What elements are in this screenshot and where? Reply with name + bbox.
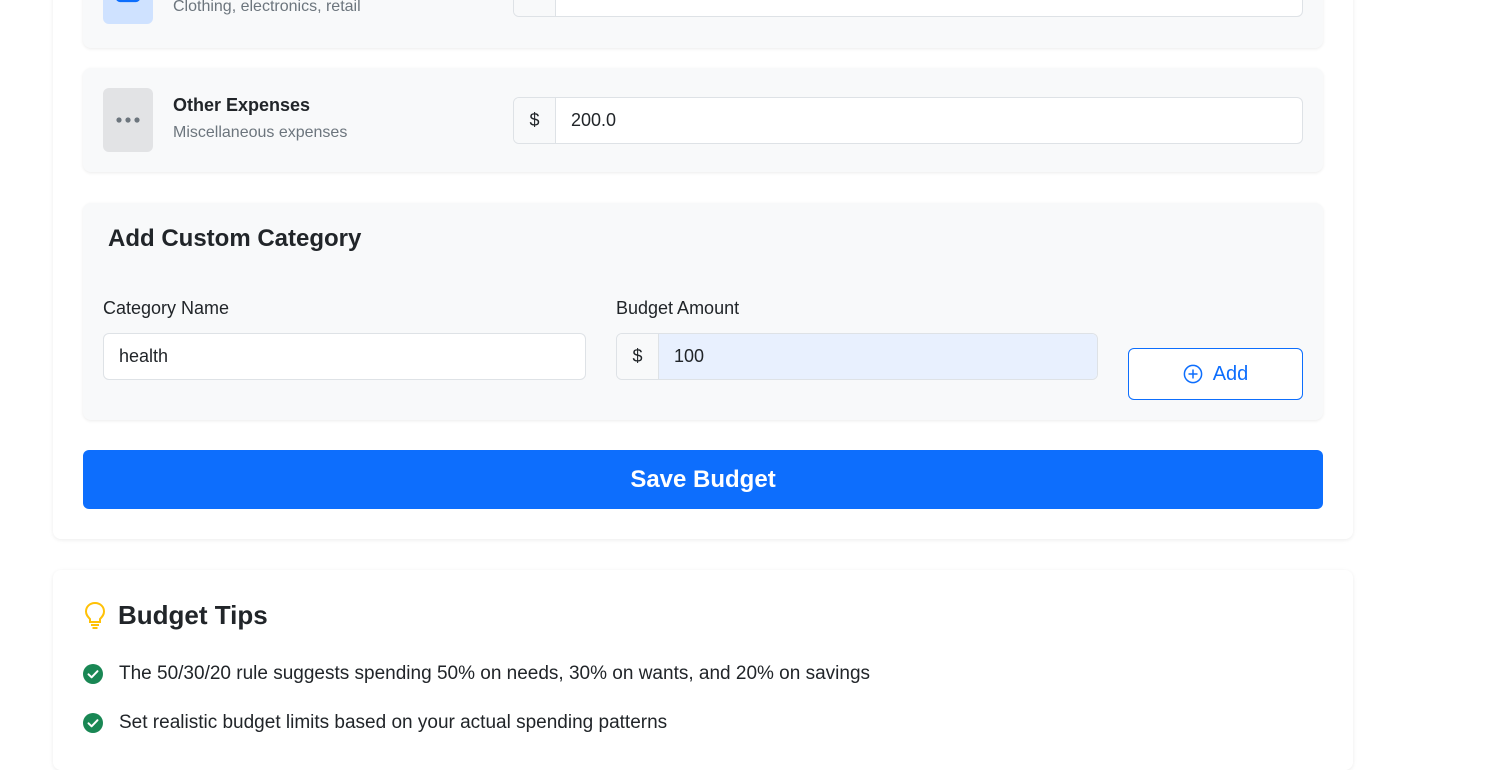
currency-prefix: $ [617,334,659,379]
budget-tips-title: Budget Tips [118,600,268,630]
category-row-other: Other Expenses Miscellaneous expenses $ [83,68,1323,172]
currency-prefix: $ [514,0,556,16]
add-button-label: Add [1212,362,1249,385]
tip-item: Set realistic budget limits based on you… [83,712,667,734]
currency-prefix: $ [514,98,556,143]
check-circle-icon [83,664,103,684]
save-budget-button[interactable]: Save Budget [83,450,1323,509]
tip-item: The 50/30/20 rule suggests spending 50% … [83,663,870,685]
category-row-shopping: Clothing, electronics, retail $ [83,0,1323,48]
budget-amount-label: Budget Amount [616,298,740,318]
category-description: Miscellaneous expenses [173,124,348,141]
category-amount-input-group: $ [513,97,1303,144]
tip-text: Set realistic budget limits based on you… [119,712,668,733]
category-name-input-group [103,333,586,380]
tip-text: The 50/30/20 rule suggests spending 50% … [119,663,871,684]
plus-circle-icon [1183,364,1203,384]
more-horizontal-icon [103,88,153,152]
category-name-label: Category Name [103,298,230,318]
category-description: Clothing, electronics, retail [173,0,361,15]
add-category-button[interactable]: Add [1128,348,1303,400]
other-expenses-amount-input[interactable] [556,98,1302,143]
add-custom-category-panel: Add Custom Category Category Name Budget… [83,203,1323,420]
budget-amount-input[interactable] [659,334,1097,379]
category-amount-input-group: $ [513,0,1303,17]
category-name: Other Expenses [173,95,311,115]
panel-title: Add Custom Category [108,225,362,252]
check-circle-icon [83,713,103,733]
category-name-input[interactable] [104,334,585,379]
shopping-bag-icon [103,0,153,24]
lightbulb-icon [84,601,106,634]
budget-amount-input-group: $ [616,333,1098,380]
shopping-amount-input[interactable] [556,0,1302,16]
